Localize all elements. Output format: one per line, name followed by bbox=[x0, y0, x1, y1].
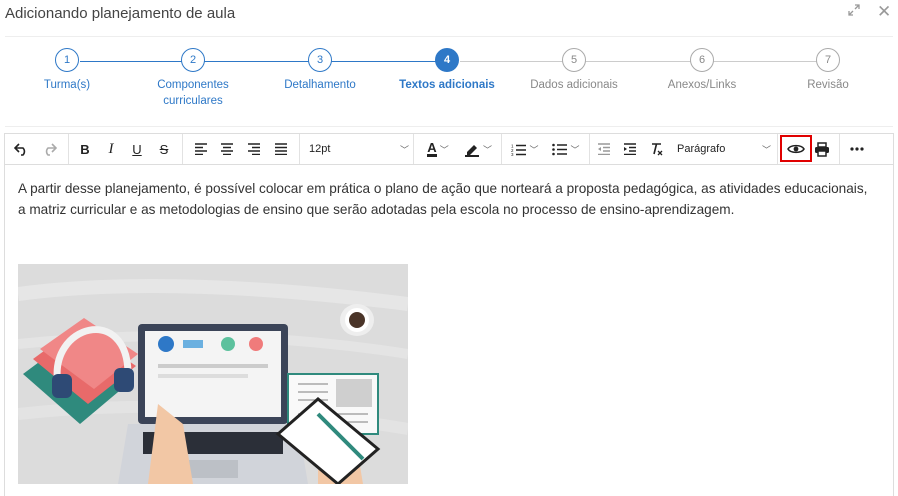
bullet-list-button[interactable]: ﹀ bbox=[548, 138, 584, 160]
toolbar-separator bbox=[182, 134, 183, 164]
chevron-down-icon: ﹀ bbox=[762, 144, 772, 155]
numbered-list-button[interactable]: 123 ﹀ bbox=[507, 138, 543, 160]
header-divider bbox=[5, 36, 893, 37]
stepper-divider bbox=[5, 126, 893, 127]
step-number: 7 bbox=[816, 48, 840, 72]
clear-formatting-icon[interactable] bbox=[647, 138, 667, 160]
rich-text-editor: B I U S 12pt ﹀ A ﹀ ﹀ 1 2 3 ﹀ ﹀ Parágrafo… bbox=[4, 133, 894, 496]
expand-icon[interactable] bbox=[848, 3, 860, 19]
desk-illustration-image bbox=[18, 264, 408, 484]
undo-icon[interactable] bbox=[11, 138, 33, 160]
step-label: Revisão bbox=[807, 79, 849, 91]
chevron-down-icon: ﹀ bbox=[482, 144, 492, 155]
numbered-list-icon: 123 bbox=[511, 143, 527, 156]
highlight-color-button[interactable]: ﹀ bbox=[460, 138, 496, 160]
align-justify-icon[interactable] bbox=[271, 138, 291, 160]
step-revisao[interactable]: 7 Revisão bbox=[748, 48, 898, 93]
chevron-down-icon: ﹀ bbox=[529, 144, 539, 155]
redo-icon[interactable] bbox=[38, 138, 60, 160]
toolbar-separator bbox=[68, 134, 69, 164]
underline-button[interactable]: U bbox=[127, 138, 147, 160]
block-format-select[interactable]: Parágrafo ﹀ bbox=[677, 138, 777, 160]
chevron-down-icon: ﹀ bbox=[570, 144, 580, 155]
align-right-icon[interactable] bbox=[244, 138, 264, 160]
block-format-value: Parágrafo bbox=[677, 143, 726, 155]
step-number: 2 bbox=[181, 48, 205, 72]
outdent-icon[interactable] bbox=[594, 138, 614, 160]
align-left-icon[interactable] bbox=[191, 138, 211, 160]
editor-content-paragraph[interactable]: A partir desse planejamento, é possível … bbox=[18, 178, 878, 220]
window-title: Adicionando planejamento de aula bbox=[5, 5, 236, 22]
bullet-list-icon bbox=[552, 143, 568, 155]
text-color-icon: A bbox=[427, 140, 437, 157]
step-number: 5 bbox=[562, 48, 586, 72]
svg-text:3: 3 bbox=[511, 152, 514, 156]
step-number: 6 bbox=[690, 48, 714, 72]
step-label: Componentes curriculares bbox=[157, 79, 229, 107]
step-number: 4 bbox=[435, 48, 459, 72]
text-color-button[interactable]: A ﹀ bbox=[421, 138, 455, 160]
strikethrough-button[interactable]: S bbox=[154, 138, 174, 160]
toolbar-separator bbox=[501, 134, 502, 164]
indent-icon[interactable] bbox=[620, 138, 640, 160]
toolbar-separator bbox=[839, 134, 840, 164]
toolbar-separator bbox=[413, 134, 414, 164]
highlighter-icon bbox=[464, 145, 479, 157]
toolbar-separator bbox=[299, 134, 300, 164]
print-icon[interactable] bbox=[811, 138, 833, 160]
close-icon[interactable]: ✕ bbox=[877, 2, 891, 22]
step-number: 1 bbox=[55, 48, 79, 72]
font-size-select[interactable]: 12pt ﹀ bbox=[309, 138, 409, 160]
toolbar-separator bbox=[589, 134, 590, 164]
more-options-icon[interactable] bbox=[846, 138, 868, 160]
stepper: 1 Turma(s) 2 Componentes curriculares 3 … bbox=[0, 48, 898, 118]
preview-highlight-box bbox=[780, 135, 812, 162]
bold-button[interactable]: B bbox=[75, 138, 95, 160]
align-center-icon[interactable] bbox=[217, 138, 237, 160]
font-size-value: 12pt bbox=[309, 143, 331, 155]
chevron-down-icon: ﹀ bbox=[400, 144, 410, 155]
toolbar-separator bbox=[777, 134, 778, 164]
chevron-down-icon: ﹀ bbox=[439, 144, 449, 155]
editor-toolbar: B I U S 12pt ﹀ A ﹀ ﹀ 1 2 3 ﹀ ﹀ Parágrafo… bbox=[5, 134, 893, 165]
italic-button[interactable]: I bbox=[101, 138, 121, 160]
step-number: 3 bbox=[308, 48, 332, 72]
